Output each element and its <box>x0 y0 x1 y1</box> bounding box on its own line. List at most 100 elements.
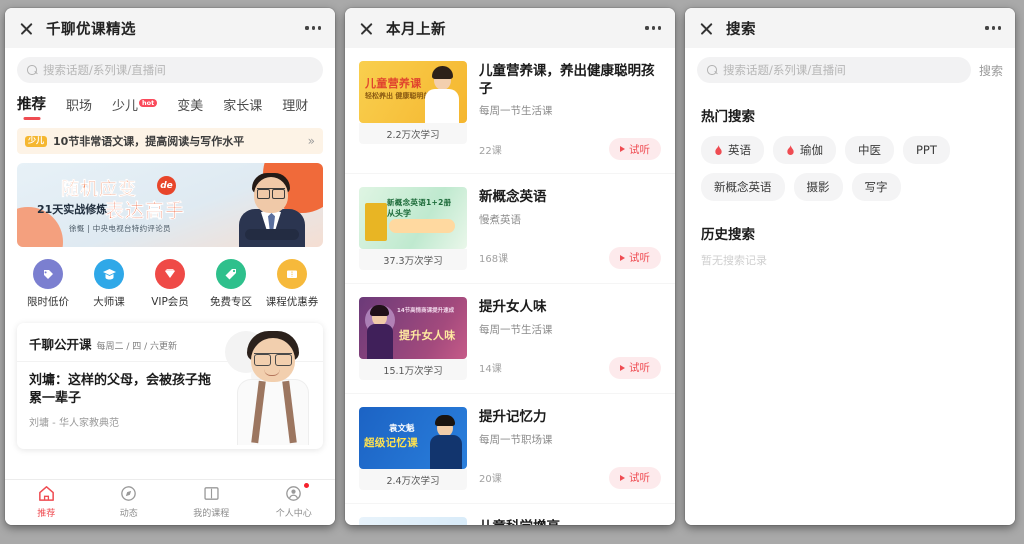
more-dots-icon[interactable] <box>985 26 1001 30</box>
thumb-person-hair <box>432 66 453 79</box>
book-icon <box>204 487 219 500</box>
trial-label: 试听 <box>629 252 650 265</box>
course-subtitle: 慢煮英语 <box>479 213 521 226</box>
course-title: 提升女人味 <box>479 299 547 316</box>
coupon-icon <box>277 259 307 289</box>
hot-tag-yoga[interactable]: 瑜伽 <box>773 136 836 164</box>
open-course-speaker-photo <box>233 329 315 445</box>
course-row[interactable]: 新概念英语1+2册 从头学 37.3万次学习 新概念英语 慢煮英语 168课 试… <box>345 173 675 283</box>
search-icon <box>27 65 37 75</box>
promo-banner[interactable]: 随机应变 de 21天实战修炼 表达高手 徐慨 | 中央电视台特约评论员 <box>17 163 323 247</box>
hot-tag-photography[interactable]: 摄影 <box>793 173 843 201</box>
course-thumbnail: 身高发育课 <box>359 517 467 525</box>
search-icon <box>707 65 717 75</box>
notice-text: 10节非常语文课，提高阅读与写作水平 <box>53 135 245 148</box>
more-dots-icon[interactable] <box>645 26 661 30</box>
quick-link-vip[interactable]: VIP会员 <box>141 259 199 309</box>
history-search-section: 历史搜索 暂无搜索记录 <box>685 201 1015 268</box>
trial-listen-button[interactable]: 试听 <box>609 466 661 489</box>
play-icon <box>620 146 625 153</box>
hot-tag-handwriting[interactable]: 写字 <box>851 173 901 201</box>
hot-tag-new-concept-english[interactable]: 新概念英语 <box>701 173 785 201</box>
course-row[interactable]: 超级记忆课 袁文魁 2.4万次学习 提升记忆力 每周一节职场课 20课 试听 <box>345 393 675 503</box>
tag-label: 瑜伽 <box>800 143 823 157</box>
page-title: 千聊优课精选 <box>46 21 136 38</box>
search-placeholder: 搜索话题/系列课/直播间 <box>723 63 846 77</box>
tab-recommend[interactable]: 推荐 <box>17 93 46 122</box>
tag-label: PPT <box>916 143 937 157</box>
thumb-person-hair <box>435 415 455 427</box>
thumb-person-suit <box>430 435 462 470</box>
banner-subtitle: 徐慨 | 中央电视台特约评论员 <box>69 224 171 233</box>
close-icon[interactable] <box>19 21 34 36</box>
trial-label: 试听 <box>629 143 650 156</box>
panel1-header: 千聊优课精选 <box>5 8 335 48</box>
open-course-card[interactable]: 千聊公开课 每周二 / 四 / 六更新 刘墉：这样的父母，会被孩子拖累一辈子 刘… <box>17 323 323 449</box>
course-subtitle: 每周一节生活课 <box>479 105 553 118</box>
course-row[interactable]: 儿童营养课 轻松养出 健康聪明的孩子 2.2万次学习 儿童营养课，养出健康聪明孩… <box>345 48 675 173</box>
play-icon <box>620 474 625 481</box>
tab-beauty[interactable]: 变美 <box>177 95 203 122</box>
more-dots-icon[interactable] <box>305 26 321 30</box>
course-info: 提升女人味 每周一节生活课 14课 试听 <box>479 297 661 379</box>
course-row[interactable]: 提升女人味 14节高情商课提升速成 15.1万次学习 提升女人味 每周一节生活课… <box>345 283 675 393</box>
banner-line3: 表达高手 <box>105 200 186 222</box>
panel3-body: 搜索话题/系列课/直播间 搜索 热门搜索 英语 瑜伽 中医 PPT 新概念英语 … <box>685 48 1015 525</box>
course-thumbnail: 新概念英语1+2册 从头学 <box>359 187 467 250</box>
search-submit-button[interactable]: 搜索 <box>979 62 1003 79</box>
course-learners: 2.2万次学习 <box>359 123 467 144</box>
thumb-person-coat <box>425 89 459 123</box>
history-search-title: 历史搜索 <box>701 227 755 243</box>
quick-link-free-zone[interactable]: 免费专区 <box>202 259 260 309</box>
course-learners: 2.4万次学习 <box>359 469 467 491</box>
course-lesson-count: 168课 <box>479 254 509 266</box>
tab-finance[interactable]: 理财 <box>282 95 308 122</box>
user-icon <box>286 486 302 501</box>
panel3-header: 搜索 <box>685 8 1015 48</box>
nav-item-recommend[interactable]: 推荐 <box>14 484 78 519</box>
quick-link-label: 限时低价 <box>27 296 69 308</box>
nav-label: 推荐 <box>37 509 56 519</box>
course-info: 儿童科学增高 千聊亲子 <box>479 517 661 525</box>
quick-link-label: VIP会员 <box>151 296 189 308</box>
search-input[interactable]: 搜索话题/系列课/直播间 <box>697 57 971 83</box>
trial-listen-button[interactable]: 试听 <box>609 138 661 161</box>
search-input[interactable]: 搜索话题/系列课/直播间 <box>17 57 323 83</box>
course-lesson-count: 22课 <box>479 145 502 157</box>
nav-item-profile[interactable]: 个人中心 <box>262 482 326 519</box>
course-title: 儿童科学增高 <box>479 518 661 525</box>
trial-listen-button[interactable]: 试听 <box>609 246 661 269</box>
quick-links: 限时低价 大师课 VIP会员 免费专区 课程优惠券 <box>5 247 335 315</box>
tag-label: 摄影 <box>806 180 830 194</box>
close-icon[interactable] <box>699 21 714 36</box>
tab-parenting[interactable]: 家长课 <box>223 95 262 122</box>
quick-link-label: 免费专区 <box>210 296 252 308</box>
course-row[interactable]: 身高发育课 儿童科学增高 千聊亲子 <box>345 503 675 525</box>
tab-kids[interactable]: 少儿 hot <box>112 95 158 122</box>
tab-label: 理财 <box>282 99 309 114</box>
nav-item-my-courses[interactable]: 我的课程 <box>179 484 243 519</box>
course-title: 提升记忆力 <box>479 409 547 426</box>
page-title: 本月上新 <box>386 21 446 38</box>
open-course-brand: 千聊公开课 <box>29 337 92 352</box>
play-icon <box>620 254 625 261</box>
panel1-body: 搜索话题/系列课/直播间 推荐 职场 少儿 hot 变美 家长课 理财 少儿 10… <box>5 48 335 479</box>
course-subtitle: 每周一节生活课 <box>479 323 553 336</box>
screenshot-stage: 千聊优课精选 搜索话题/系列课/直播间 推荐 职场 少儿 hot 变美 家长课 理… <box>0 0 1024 544</box>
tab-workplace[interactable]: 职场 <box>66 95 92 122</box>
notice-banner[interactable]: 少儿 10节非常语文课，提高阅读与写作水平 » <box>17 128 323 154</box>
nav-item-feed[interactable]: 动态 <box>97 484 161 519</box>
quick-link-master-class[interactable]: 大师课 <box>80 259 138 309</box>
trial-listen-button[interactable]: 试听 <box>609 356 661 379</box>
flame-icon <box>787 144 794 155</box>
nav-label: 个人中心 <box>275 509 312 519</box>
phone-panel-search: 搜索 搜索话题/系列课/直播间 搜索 热门搜索 英语 瑜伽 中医 PPT 新概念… <box>685 8 1015 525</box>
hot-tag-ppt[interactable]: PPT <box>903 136 950 164</box>
quick-link-limited-price[interactable]: 限时低价 <box>19 259 77 309</box>
hot-search-title: 热门搜索 <box>701 109 755 125</box>
hot-tag-tcm[interactable]: 中医 <box>845 136 894 164</box>
close-icon[interactable] <box>359 21 374 36</box>
hot-tag-english[interactable]: 英语 <box>701 136 764 164</box>
quick-link-coupon[interactable]: 课程优惠券 <box>263 259 321 309</box>
hot-search-section: 热门搜索 英语 瑜伽 中医 PPT 新概念英语 摄影 写字 <box>685 89 1015 201</box>
